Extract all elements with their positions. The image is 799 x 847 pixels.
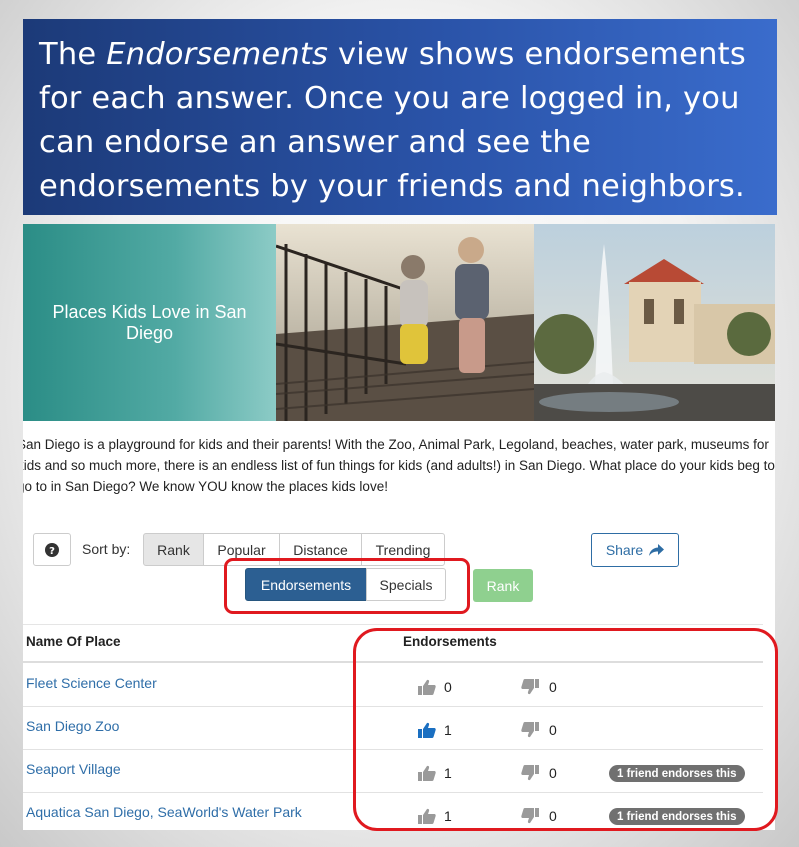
endorsements-view-button[interactable]: Endorsements <box>245 568 367 601</box>
help-button[interactable]: ? <box>33 533 71 566</box>
thumbs-up-icon[interactable] <box>418 722 436 738</box>
sort-popular-button[interactable]: Popular <box>203 533 280 566</box>
slide-caption: The Endorsements view shows endorsements… <box>23 19 777 215</box>
column-header-endorsements: Endorsements <box>403 634 497 649</box>
thumbs-down-icon[interactable] <box>521 722 539 738</box>
caption-text-before: The <box>39 37 107 72</box>
share-arrow-icon <box>649 543 665 556</box>
friend-endorsement-badge: 1 friend endorses this <box>609 765 745 782</box>
table-row: San Diego Zoo 1 0 <box>23 706 763 750</box>
caption-emphasis: Endorsements <box>106 37 329 72</box>
table-row: Fleet Science Center 0 0 <box>23 663 763 707</box>
sort-button-group: Rank Popular Distance Trending <box>143 533 445 566</box>
share-label: Share <box>605 542 644 558</box>
place-link[interactable]: Aquatica San Diego, SeaWorld's Water Par… <box>26 804 302 820</box>
rank-action-button[interactable]: Rank <box>473 569 533 602</box>
endorse-up-control[interactable]: 1 <box>418 765 452 781</box>
thumbs-up-icon[interactable] <box>418 765 436 781</box>
thumbs-down-icon[interactable] <box>521 765 539 781</box>
sort-rank-button[interactable]: Rank <box>143 533 204 566</box>
endorse-down-control[interactable]: 0 <box>521 808 557 824</box>
intro-paragraph: San Diego is a playground for kids and t… <box>23 437 775 494</box>
thumbs-down-icon[interactable] <box>521 679 539 695</box>
down-count: 0 <box>549 765 557 781</box>
app-screenshot: Places Kids Love in San Diego San Diego … <box>23 224 775 830</box>
up-count: 1 <box>444 722 452 738</box>
down-count: 0 <box>549 722 557 738</box>
up-count: 0 <box>444 679 452 695</box>
column-header-name: Name Of Place <box>26 634 121 649</box>
svg-text:?: ? <box>49 546 55 557</box>
endorse-down-control[interactable]: 0 <box>521 679 557 695</box>
down-count: 0 <box>549 679 557 695</box>
sort-by-label: Sort by: <box>82 541 131 557</box>
endorse-down-control[interactable]: 0 <box>521 765 557 781</box>
endorse-up-control[interactable]: 1 <box>418 722 452 738</box>
thumbs-down-icon[interactable] <box>521 808 539 824</box>
endorse-up-control[interactable]: 1 <box>418 808 452 824</box>
question-circle-icon: ? <box>45 542 59 557</box>
sort-distance-button[interactable]: Distance <box>279 533 362 566</box>
page-banner: Places Kids Love in San Diego <box>23 224 775 421</box>
table-row: Seaport Village 1 0 1 friend endorses this <box>23 749 763 793</box>
share-button[interactable]: Share <box>591 533 679 567</box>
place-link[interactable]: San Diego Zoo <box>26 718 119 734</box>
sort-trending-button[interactable]: Trending <box>361 533 445 566</box>
up-count: 1 <box>444 808 452 824</box>
table-row: Aquatica San Diego, SeaWorld's Water Par… <box>23 792 763 830</box>
endorse-down-control[interactable]: 0 <box>521 722 557 738</box>
page-title: Places Kids Love in San Diego <box>23 224 276 421</box>
endorse-up-control[interactable]: 0 <box>418 679 452 695</box>
friend-endorsement-badge: 1 friend endorses this <box>609 808 745 825</box>
thumbs-up-icon[interactable] <box>418 808 436 824</box>
view-toggle-group: Endorsements Specials <box>245 568 446 601</box>
up-count: 1 <box>444 765 452 781</box>
kids-photo <box>276 224 534 421</box>
specials-view-button[interactable]: Specials <box>366 568 446 601</box>
place-link[interactable]: Seaport Village <box>26 761 121 777</box>
divider <box>23 624 763 625</box>
place-link[interactable]: Fleet Science Center <box>26 675 157 691</box>
fountain-photo <box>534 224 775 421</box>
thumbs-up-icon[interactable] <box>418 679 436 695</box>
down-count: 0 <box>549 808 557 824</box>
